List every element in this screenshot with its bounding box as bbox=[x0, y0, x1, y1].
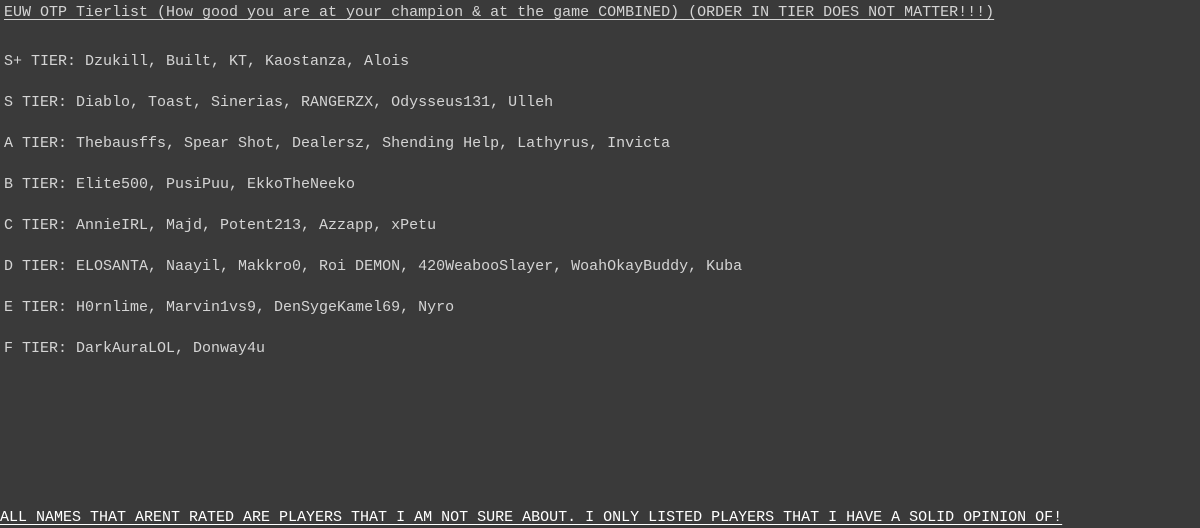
tier-row: A TIER: Thebausffs, Spear Shot, Dealersz… bbox=[4, 135, 1196, 152]
tier-label: B TIER: bbox=[4, 176, 76, 193]
tier-players: Diablo, Toast, Sinerias, RANGERZX, Odyss… bbox=[76, 94, 553, 111]
tier-label: S TIER: bbox=[4, 94, 76, 111]
tier-players: Thebausffs, Spear Shot, Dealersz, Shendi… bbox=[76, 135, 670, 152]
tier-label: S+ TIER: bbox=[4, 53, 85, 70]
tier-row: C TIER: AnnieIRL, Majd, Potent213, Azzap… bbox=[4, 217, 1196, 234]
tier-label: D TIER: bbox=[4, 258, 76, 275]
tier-row: F TIER: DarkAuraLOL, Donway4u bbox=[4, 340, 1196, 357]
tier-players: DarkAuraLOL, Donway4u bbox=[76, 340, 265, 357]
footer-note: ALL NAMES THAT ARENT RATED ARE PLAYERS T… bbox=[0, 509, 1200, 526]
tier-players: Dzukill, Built, KT, Kaostanza, Alois bbox=[85, 53, 409, 70]
tier-players: ELOSANTA, Naayil, Makkro0, Roi DEMON, 42… bbox=[76, 258, 742, 275]
tier-players: H0rnlime, Marvin1vs9, DenSygeKamel69, Ny… bbox=[76, 299, 454, 316]
tier-row: E TIER: H0rnlime, Marvin1vs9, DenSygeKam… bbox=[4, 299, 1196, 316]
tierlist-content: EUW OTP Tierlist (How good you are at yo… bbox=[0, 0, 1200, 357]
tier-row: B TIER: Elite500, PusiPuu, EkkoTheNeeko bbox=[4, 176, 1196, 193]
tier-label: C TIER: bbox=[4, 217, 76, 234]
tier-label: A TIER: bbox=[4, 135, 76, 152]
tier-row: D TIER: ELOSANTA, Naayil, Makkro0, Roi D… bbox=[4, 258, 1196, 275]
tier-row: S TIER: Diablo, Toast, Sinerias, RANGERZ… bbox=[4, 94, 1196, 111]
tierlist-title: EUW OTP Tierlist (How good you are at yo… bbox=[4, 4, 1196, 21]
tier-players: Elite500, PusiPuu, EkkoTheNeeko bbox=[76, 176, 355, 193]
tier-row: S+ TIER: Dzukill, Built, KT, Kaostanza, … bbox=[4, 53, 1196, 70]
tier-label: E TIER: bbox=[4, 299, 76, 316]
tier-players: AnnieIRL, Majd, Potent213, Azzapp, xPetu bbox=[76, 217, 436, 234]
tier-label: F TIER: bbox=[4, 340, 76, 357]
